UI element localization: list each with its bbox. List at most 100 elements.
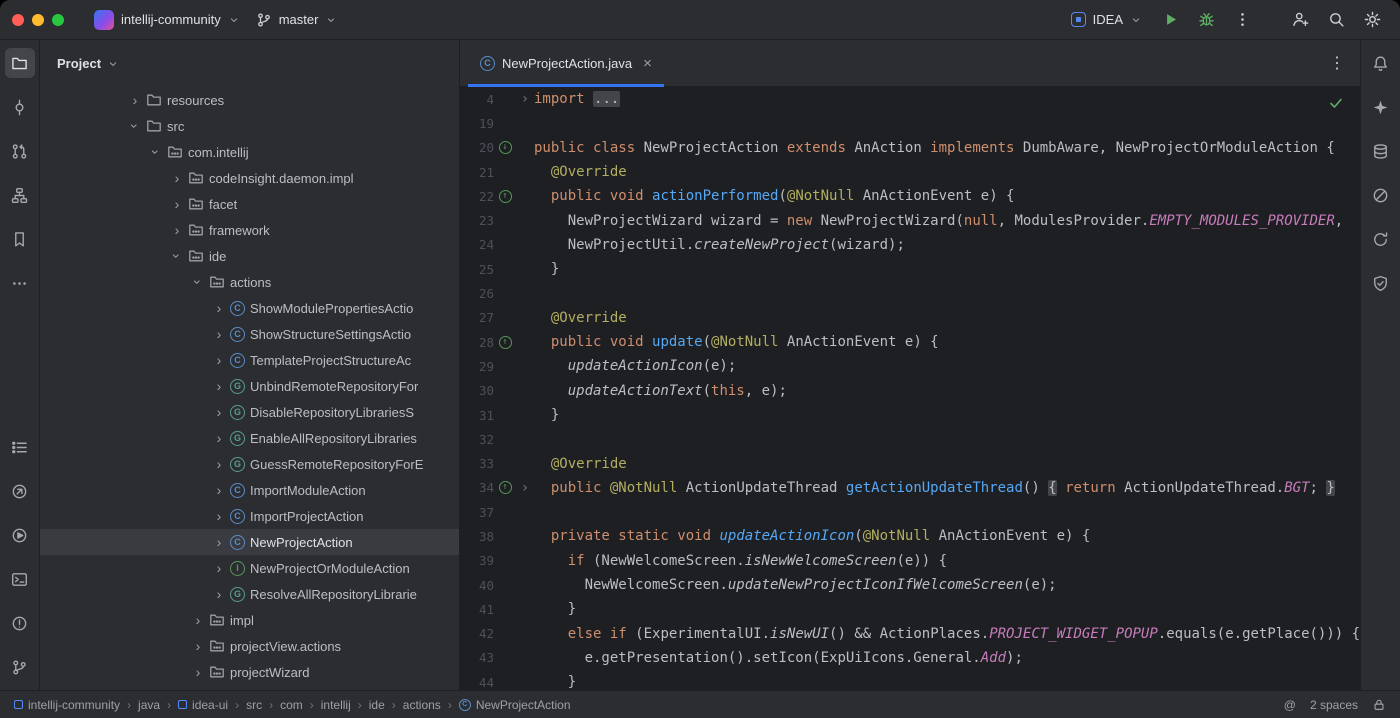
code-line-19[interactable]: 19	[460, 111, 1360, 135]
line-number[interactable]: 23	[460, 213, 494, 228]
line-number[interactable]: 42	[460, 626, 494, 641]
line-number[interactable]: 38	[460, 529, 494, 544]
tool-window-button-notifications[interactable]	[1366, 48, 1396, 78]
inspections-status-icon[interactable]	[1328, 95, 1344, 111]
chevron-expanded-icon[interactable]: ›	[191, 274, 205, 290]
tree-item-disablerepositorylibrariess[interactable]: ›GDisableRepositoryLibrariesS	[40, 399, 459, 425]
code-with-me-button[interactable]	[1284, 4, 1316, 36]
project-selector[interactable]: intellij-community	[86, 5, 248, 35]
tree-item-src[interactable]: ›src	[40, 113, 459, 139]
tool-window-button-commit[interactable]	[5, 92, 35, 122]
breadcrumb-item-intellij[interactable]: intellij	[321, 698, 351, 712]
tree-item-projectview-actions[interactable]: ›projectView.actions	[40, 633, 459, 659]
code-line-43[interactable]: 43 e.getPresentation().setIcon(ExpUiIcon…	[460, 646, 1360, 670]
line-number[interactable]: 28	[460, 335, 494, 350]
tool-window-button-structure[interactable]	[5, 180, 35, 210]
code-line-4[interactable]: 4›import ...	[460, 87, 1360, 111]
code-line-33[interactable]: 33 @Override	[460, 451, 1360, 475]
tree-item-importmoduleaction[interactable]: ›CImportModuleAction	[40, 477, 459, 503]
tool-window-button-run[interactable]	[5, 520, 35, 550]
tool-window-button-dependency-checker[interactable]	[1366, 268, 1396, 298]
line-number[interactable]: 27	[460, 310, 494, 325]
code-line-28[interactable]: 28↑ public void update(@NotNull AnAction…	[460, 330, 1360, 354]
zoom-window-button[interactable]	[52, 14, 64, 26]
debug-button[interactable]	[1190, 4, 1222, 36]
breadcrumb-item-ide[interactable]: ide	[369, 698, 385, 712]
indent-widget[interactable]: 2 spaces	[1310, 698, 1358, 712]
line-number[interactable]: 37	[460, 505, 494, 520]
code-line-30[interactable]: 30 updateActionText(this, e);	[460, 379, 1360, 403]
tree-item-actions[interactable]: ›actions	[40, 269, 459, 295]
chevron-expanded-icon[interactable]: ›	[170, 248, 184, 264]
line-number[interactable]: 34	[460, 480, 494, 495]
breadcrumb-item-java[interactable]: java	[138, 698, 160, 712]
code-line-40[interactable]: 40 NewWelcomeScreen.updateNewProjectIcon…	[460, 573, 1360, 597]
chevron-collapsed-icon[interactable]: ›	[211, 457, 227, 471]
line-number[interactable]: 40	[460, 578, 494, 593]
project-panel-header[interactable]: Project	[40, 40, 459, 87]
line-number[interactable]: 24	[460, 237, 494, 252]
tree-item-resources[interactable]: ›resources	[40, 87, 459, 113]
run-button[interactable]	[1154, 4, 1186, 36]
breadcrumb-item-intellij-community[interactable]: intellij-community	[14, 698, 120, 712]
tool-window-button-database[interactable]	[1366, 136, 1396, 166]
chevron-collapsed-icon[interactable]: ›	[211, 431, 227, 445]
code-line-42[interactable]: 42 else if (ExperimentalUI.isNewUI() && …	[460, 622, 1360, 646]
breadcrumb-item-idea-ui[interactable]: idea-ui	[178, 698, 228, 712]
chevron-collapsed-icon[interactable]: ›	[169, 171, 185, 185]
chevron-collapsed-icon[interactable]: ›	[211, 587, 227, 601]
tool-window-button-build-sync[interactable]	[1366, 224, 1396, 254]
tool-window-button-services[interactable]	[5, 476, 35, 506]
chevron-collapsed-icon[interactable]: ›	[211, 353, 227, 367]
line-number[interactable]: 26	[460, 286, 494, 301]
chevron-collapsed-icon[interactable]: ›	[169, 223, 185, 237]
chevron-collapsed-icon[interactable]: ›	[211, 483, 227, 497]
code-line-27[interactable]: 27 @Override	[460, 306, 1360, 330]
tree-item-newprojectormoduleaction[interactable]: ›INewProjectOrModuleAction	[40, 555, 459, 581]
tool-window-button-more[interactable]	[5, 268, 35, 298]
close-window-button[interactable]	[12, 14, 24, 26]
code-line-32[interactable]: 32	[460, 427, 1360, 451]
code-line-20[interactable]: 20↓public class NewProjectAction extends…	[460, 136, 1360, 160]
tree-item-projectwizard[interactable]: ›projectWizard	[40, 659, 459, 685]
code-line-29[interactable]: 29 updateActionIcon(e);	[460, 354, 1360, 378]
tree-item-templateprojectstructureac[interactable]: ›CTemplateProjectStructureAc	[40, 347, 459, 373]
code-line-34[interactable]: 34↑› public @NotNull ActionUpdateThread …	[460, 476, 1360, 500]
fold-chevron-icon[interactable]: ›	[521, 92, 529, 106]
tool-window-button-ai-assistant[interactable]	[1366, 92, 1396, 122]
code-line-39[interactable]: 39 if (NewWelcomeScreen.isNewWelcomeScre…	[460, 549, 1360, 573]
tree-item-enableallrepositorylibraries[interactable]: ›GEnableAllRepositoryLibraries	[40, 425, 459, 451]
line-number[interactable]: 43	[460, 650, 494, 665]
chevron-collapsed-icon[interactable]: ›	[190, 665, 206, 679]
line-number[interactable]: 31	[460, 408, 494, 423]
tree-item-guessremoterepositoryfore[interactable]: ›GGuessRemoteRepositoryForE	[40, 451, 459, 477]
tree-item-ide[interactable]: ›ide	[40, 243, 459, 269]
line-number[interactable]: 19	[460, 116, 494, 131]
line-number[interactable]: 20	[460, 140, 494, 155]
breadcrumb-item-src[interactable]: src	[246, 698, 262, 712]
minimize-window-button[interactable]	[32, 14, 44, 26]
code-line-25[interactable]: 25 }	[460, 257, 1360, 281]
code-line-22[interactable]: 22↑ public void actionPerformed(@NotNull…	[460, 184, 1360, 208]
tool-window-button-todo[interactable]	[5, 432, 35, 462]
tool-window-button-project[interactable]	[5, 48, 35, 78]
run-configuration-selector[interactable]: IDEA	[1063, 7, 1150, 32]
tree-item-importprojectaction[interactable]: ›CImportProjectAction	[40, 503, 459, 529]
tree-item-newprojectaction[interactable]: ›CNewProjectAction	[40, 529, 459, 555]
chevron-collapsed-icon[interactable]: ›	[127, 93, 143, 107]
editor-tab-newprojectaction[interactable]: C NewProjectAction.java ×	[468, 40, 664, 86]
tool-window-button-coverage[interactable]	[1366, 180, 1396, 210]
line-number[interactable]: 32	[460, 432, 494, 447]
tree-item-codeinsight-daemon-impl[interactable]: ›codeInsight.daemon.impl	[40, 165, 459, 191]
code-editor[interactable]: 4›import ...1920↓public class NewProject…	[460, 87, 1360, 690]
line-number[interactable]: 21	[460, 165, 494, 180]
chevron-collapsed-icon[interactable]: ›	[211, 301, 227, 315]
more-actions-button[interactable]	[1226, 4, 1258, 36]
fold-chevron-icon[interactable]: ›	[521, 481, 529, 495]
line-number[interactable]: 39	[460, 553, 494, 568]
line-number[interactable]: 29	[460, 359, 494, 374]
at-icon[interactable]: @	[1284, 698, 1296, 712]
tree-item-framework[interactable]: ›framework	[40, 217, 459, 243]
is-overridden-marker-icon[interactable]: ↓	[499, 141, 512, 154]
code-line-44[interactable]: 44 }	[460, 670, 1360, 690]
